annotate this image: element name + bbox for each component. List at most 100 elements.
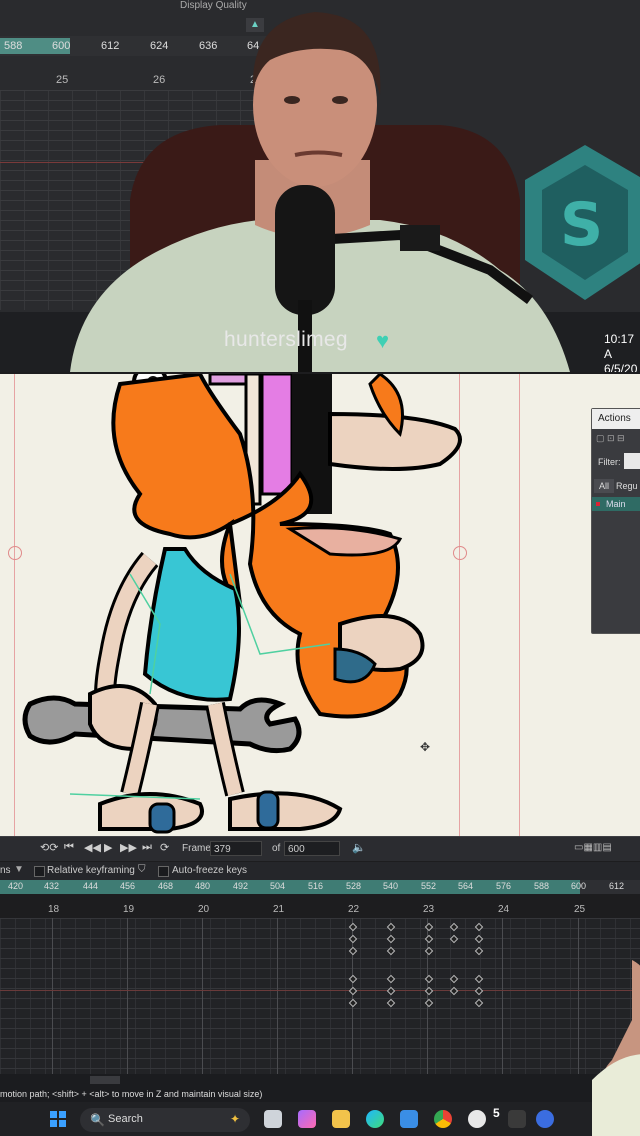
animation-canvas[interactable]: ✥ Actions ▢ ⊡ ⊟ Filter: All Regu Main <box>0 374 640 836</box>
keyframe[interactable] <box>386 946 396 956</box>
keyframe[interactable] <box>386 998 396 1008</box>
keyframe[interactable] <box>348 998 358 1008</box>
tab-all[interactable]: All <box>594 479 614 493</box>
timeline-scrollbar[interactable] <box>0 1074 640 1086</box>
of-label: of <box>272 843 281 854</box>
discord-icon[interactable] <box>536 1110 554 1128</box>
relative-keyframing-checkbox[interactable] <box>34 866 45 877</box>
keyframe[interactable] <box>474 922 484 932</box>
sound-icon[interactable]: 🔈 <box>352 841 366 854</box>
keyframe[interactable] <box>386 934 396 944</box>
copilot-icon[interactable] <box>298 1110 316 1128</box>
system-clock: 10:17 A 6/5/20 <box>604 332 640 372</box>
loop-end-icon[interactable]: ⟳ <box>160 841 169 854</box>
ruler-tick: 516 <box>308 881 324 891</box>
keyframe[interactable] <box>348 922 358 932</box>
second-marker <box>578 918 579 1074</box>
keyframe[interactable] <box>474 946 484 956</box>
ruler-tick: 540 <box>383 881 399 891</box>
keyframe[interactable] <box>474 986 484 996</box>
taskbar-search[interactable]: 🔍 Search ✦ <box>80 1108 250 1132</box>
chrome-icon[interactable] <box>434 1110 452 1128</box>
ruler-tick: 420 <box>8 881 24 891</box>
tab-regular[interactable]: Regu <box>616 479 638 493</box>
ruler-tick: 528 <box>346 881 362 891</box>
keyframe[interactable] <box>348 974 358 984</box>
keyframe[interactable] <box>474 934 484 944</box>
next-frame-icon[interactable]: ▶▶ <box>120 841 137 854</box>
ruler-tick: 576 <box>496 881 512 891</box>
relative-keyframing-label: Relative keyframing <box>47 865 135 876</box>
seconds-row: 18 19 20 21 22 23 24 25 <box>0 904 640 918</box>
prev-frame-icon[interactable]: ◀◀ <box>84 841 101 854</box>
auto-freeze-checkbox[interactable] <box>158 866 169 877</box>
streamer-corner-cam <box>592 960 640 1136</box>
action-item-label: Main <box>606 499 626 509</box>
second-label: 25 <box>56 74 69 86</box>
scrollbar-thumb[interactable] <box>90 1076 120 1084</box>
keyframe[interactable] <box>449 922 459 932</box>
keyframe[interactable] <box>348 986 358 996</box>
keyframe[interactable] <box>449 986 459 996</box>
keyframe[interactable] <box>386 922 396 932</box>
ruler-tick: 612 <box>609 881 625 891</box>
last-frame-icon[interactable]: ⏭ <box>142 841 152 854</box>
game-app-icon[interactable] <box>508 1110 526 1128</box>
second-label: 25 <box>574 904 586 915</box>
ruler-tick: 492 <box>233 881 249 891</box>
play-icon[interactable]: ▶ <box>104 841 112 854</box>
sparkle-icon: ✦ <box>229 1112 240 1126</box>
first-frame-icon[interactable]: ⏮ <box>64 841 74 854</box>
keyframe[interactable] <box>386 974 396 984</box>
search-label: Search <box>108 1113 143 1125</box>
keyframe[interactable] <box>348 946 358 956</box>
keyframe[interactable] <box>386 986 396 996</box>
timeline-options-row: ns ▼ Relative keyframing ⛉ Auto-freeze k… <box>0 862 640 880</box>
actions-panel-title: Actions <box>592 409 640 429</box>
actions-toolbar-icons[interactable]: ▢ ⊡ ⊟ <box>596 433 625 444</box>
file-explorer-icon[interactable] <box>332 1110 350 1128</box>
move-cursor-icon: ✥ <box>420 740 431 754</box>
second-label: 24 <box>498 904 510 915</box>
dropdown-arrow-icon[interactable]: ▼ <box>14 864 24 875</box>
second-label: 23 <box>423 904 435 915</box>
keyframe[interactable] <box>474 974 484 984</box>
clock-time: 10:17 A <box>604 332 635 361</box>
keyframe[interactable] <box>348 934 358 944</box>
frame-ruler[interactable]: 420 432 444 456 468 480 492 504 516 528 … <box>0 880 640 894</box>
task-view-icon[interactable] <box>264 1110 282 1128</box>
notification-badge: 5 <box>493 1106 500 1120</box>
view-layout-icons[interactable]: ▭▦▥▤ <box>574 842 612 853</box>
filter-input[interactable] <box>624 453 640 469</box>
current-frame-input[interactable]: 379 <box>210 841 262 856</box>
second-label: 18 <box>48 904 60 915</box>
ruler-tick: 588 <box>4 40 23 52</box>
second-label: 20 <box>198 904 210 915</box>
windows-taskbar: 🔍 Search ✦ 5 <box>0 1102 640 1136</box>
streamer-webcam <box>70 12 570 372</box>
keyframe[interactable] <box>449 974 459 984</box>
actions-panel: Actions ▢ ⊡ ⊟ Filter: All Regu Main <box>591 408 640 634</box>
total-frames-input[interactable]: 600 <box>284 841 340 856</box>
keyframe[interactable] <box>474 998 484 1008</box>
edge-icon[interactable] <box>366 1110 384 1128</box>
second-marker <box>502 918 503 1074</box>
app-icon[interactable] <box>468 1110 486 1128</box>
action-color-icon <box>596 502 600 506</box>
ruler-tick: 468 <box>158 881 174 891</box>
heart-icon: ♥ <box>376 328 390 353</box>
action-item-main[interactable]: Main <box>592 497 640 511</box>
keyframe[interactable] <box>449 934 459 944</box>
loop-icon[interactable]: ⟲⟳ <box>40 841 58 854</box>
ruler-tick: 432 <box>44 881 60 891</box>
timeline-tracks[interactable] <box>0 918 640 1074</box>
ruler-tick: 480 <box>195 881 211 891</box>
ruler-tick: 444 <box>83 881 99 891</box>
windows-start-icon[interactable] <box>50 1111 66 1127</box>
options-partial-label: ns <box>0 865 11 876</box>
second-marker <box>52 918 53 1074</box>
ruler-tick: 564 <box>458 881 474 891</box>
shield-icon: ⛉ <box>138 864 146 875</box>
store-icon[interactable] <box>400 1110 418 1128</box>
second-marker <box>277 918 278 1074</box>
